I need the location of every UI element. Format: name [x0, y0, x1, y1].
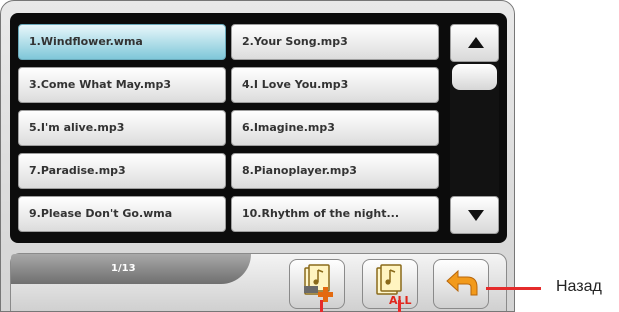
- add-all-icon: ALL: [376, 264, 412, 307]
- triangle-up-icon: [468, 37, 484, 48]
- playlist-item[interactable]: 5.I'm alive.mp3: [18, 110, 226, 146]
- back-arrow-icon: [446, 269, 478, 296]
- add-to-playlist-button[interactable]: [289, 259, 345, 309]
- playlist-item[interactable]: 2.Your Song.mp3: [231, 24, 439, 60]
- scroll-down-button[interactable]: [450, 196, 499, 234]
- scrollbar-thumb[interactable]: [452, 64, 497, 90]
- playlist-item[interactable]: 4.I Love You.mp3: [231, 67, 439, 103]
- playlist-item[interactable]: 3.Come What May.mp3: [18, 67, 226, 103]
- playlist-item[interactable]: 8.Pianoplayer.mp3: [231, 153, 439, 189]
- back-callout-label: Назад: [556, 278, 602, 295]
- device-screen: 1.Windflower.wma 2.Your Song.mp3 3.Come …: [0, 0, 515, 312]
- playlist-item[interactable]: 7.Paradise.mp3: [18, 153, 226, 189]
- playlist-item[interactable]: 9.Please Don't Go.wma: [18, 196, 226, 232]
- back-callout-line: [486, 287, 541, 290]
- page-counter: 1/13: [111, 263, 136, 274]
- playlist-item[interactable]: 1.Windflower.wma: [18, 24, 226, 60]
- add-callout-line: [320, 300, 323, 312]
- add-all-button[interactable]: ALL: [362, 259, 418, 309]
- add-to-playlist-icon: [304, 264, 333, 302]
- triangle-down-icon: [468, 210, 484, 221]
- back-button[interactable]: [433, 259, 489, 309]
- scroll-up-button[interactable]: [450, 24, 499, 62]
- playlist-panel: 1.Windflower.wma 2.Your Song.mp3 3.Come …: [10, 13, 507, 243]
- add-all-callout-line: [398, 300, 401, 312]
- playlist-item[interactable]: 6.Imagine.mp3: [231, 110, 439, 146]
- playlist-item[interactable]: 10.Rhythm of the night...: [231, 196, 439, 232]
